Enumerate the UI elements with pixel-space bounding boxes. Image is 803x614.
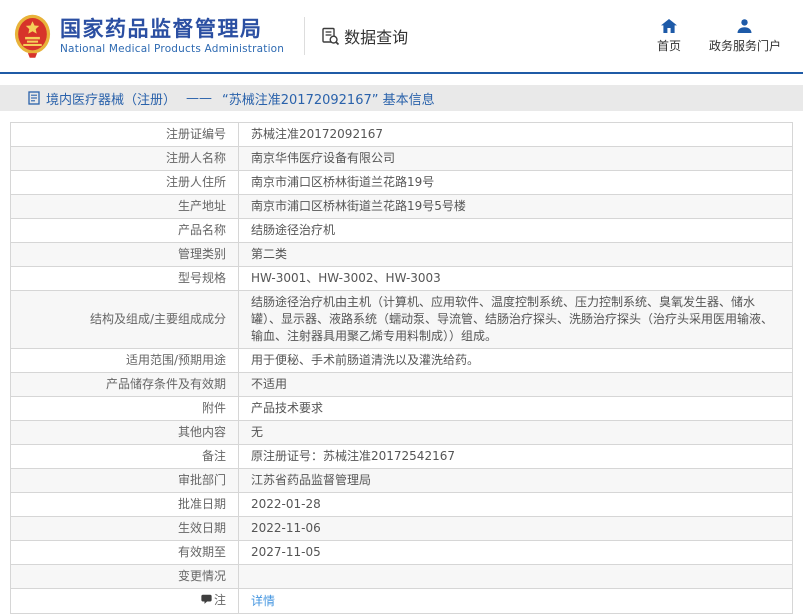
field-label: 变更情况 <box>10 564 239 589</box>
field-value-text: 2022-01-28 <box>251 497 321 511</box>
breadcrumb-section[interactable]: 境内医疗器械（注册） <box>46 89 176 108</box>
field-value: 2022-11-06 <box>238 516 793 541</box>
table-row: 批准日期 2022-01-28 <box>10 492 793 517</box>
info-table: 注册证编号 苏械注准20172092167 注册人名称 南京华伟医疗设备有限公司 注册人… <box>10 122 793 614</box>
table-row: 注册人住所 南京市浦口区桥林街道兰花路19号 <box>10 170 793 195</box>
site-titles: 国家药品监督管理局 National Medical Products Admi… <box>60 17 284 55</box>
field-value-text: 江苏省药品监督管理局 <box>251 473 372 487</box>
national-emblem-icon <box>14 13 51 59</box>
field-value: 原注册证号：苏械注准20172542167 <box>238 444 793 469</box>
field-label: 注 <box>10 588 239 614</box>
user-icon <box>737 18 752 33</box>
table-row: 备注 原注册证号：苏械注准20172542167 <box>10 444 793 469</box>
field-value: 产品技术要求 <box>238 396 793 421</box>
table-row: 变更情况 <box>10 564 793 589</box>
field-value: 结肠途径治疗机 <box>238 218 793 243</box>
header-nav: 首页 政务服务门户 <box>656 18 781 54</box>
field-label: 附件 <box>10 396 239 421</box>
nav-home-label: 首页 <box>656 38 681 53</box>
note-icon <box>201 593 212 610</box>
field-label: 注册证编号 <box>10 122 239 147</box>
field-value: 南京市浦口区桥林街道兰花路19号 <box>238 170 793 195</box>
field-label: 适用范围/预期用途 <box>10 348 239 373</box>
home-icon <box>660 18 677 33</box>
data-query-icon <box>321 27 340 46</box>
field-label: 备注 <box>10 444 239 469</box>
field-value-text: 用于便秘、手术前肠道清洗以及灌洗给药。 <box>251 353 480 367</box>
field-label: 生效日期 <box>10 516 239 541</box>
field-value-text: 原注册证号：苏械注准20172542167 <box>251 449 455 463</box>
field-value-text: 无 <box>251 425 264 439</box>
field-label: 有效期至 <box>10 540 239 565</box>
field-value: 详情 <box>238 588 793 614</box>
field-value: 结肠途径治疗机由主机（计算机、应用软件、温度控制系统、压力控制系统、臭氧发生器、… <box>238 290 793 349</box>
field-label: 产品储存条件及有效期 <box>10 372 239 397</box>
table-row: 其他内容无 <box>10 420 793 445</box>
details-link[interactable]: 详情 <box>251 594 275 608</box>
field-value: 南京市浦口区桥林街道兰花路19号5号楼 <box>238 194 793 219</box>
breadcrumb-separator: —— <box>186 90 213 106</box>
field-value-text: 2022-11-06 <box>251 521 321 535</box>
nav-portal[interactable]: 政务服务门户 <box>708 18 781 54</box>
site-subtitle: National Medical Products Administration <box>60 43 285 56</box>
table-row: 注册人名称 南京华伟医疗设备有限公司 <box>10 146 793 171</box>
field-value: 用于便秘、手术前肠道清洗以及灌洗给药。 <box>238 348 793 373</box>
field-label: 注册人名称 <box>10 146 239 171</box>
field-label: 型号规格 <box>10 266 239 291</box>
data-query-label: 数据查询 <box>344 28 409 47</box>
field-label: 注册人住所 <box>10 170 239 195</box>
breadcrumb: 境内医疗器械（注册） —— “苏械注准20172092167” 基本信息 <box>0 85 803 111</box>
table-row: 生产地址 南京市浦口区桥林街道兰花路19号5号楼 <box>10 194 793 219</box>
table-row: 注详情 <box>10 588 793 614</box>
table-row: 适用范围/预期用途 用于便秘、手术前肠道清洗以及灌洗给药。 <box>10 348 793 373</box>
nav-home[interactable]: 首页 <box>656 18 681 54</box>
field-value: 2027-11-05 <box>238 540 793 565</box>
field-value-text: 苏械注准20172092167 <box>251 127 383 141</box>
table-row: 结构及组成/主要组成成分 结肠途径治疗机由主机（计算机、应用软件、温度控制系统、压… <box>10 290 793 349</box>
site-logo[interactable]: 国家药品监督管理局 National Medical Products Admi… <box>14 13 284 59</box>
field-value: HW-3001、HW-3002、HW-3003 <box>238 266 793 291</box>
table-row: 生效日期 2022-11-06 <box>10 516 793 541</box>
field-value-text: 不适用 <box>251 377 288 391</box>
field-value: 无 <box>238 420 793 445</box>
field-label: 生产地址 <box>10 194 239 219</box>
field-value-text: 产品技术要求 <box>251 401 324 415</box>
field-value-text: 南京华伟医疗设备有限公司 <box>251 151 396 165</box>
data-query-tab[interactable]: 数据查询 <box>321 24 408 48</box>
field-label: 结构及组成/主要组成成分 <box>10 290 239 349</box>
document-icon <box>28 91 40 105</box>
field-value-text: 南京市浦口区桥林街道兰花路19号5号楼 <box>251 199 466 213</box>
field-value: 不适用 <box>238 372 793 397</box>
site-title: 国家药品监督管理局 <box>60 16 263 41</box>
field-value: 2022-01-28 <box>238 492 793 517</box>
breadcrumb-current: “苏械注准20172092167” 基本信息 <box>222 92 435 108</box>
field-label: 产品名称 <box>10 218 239 243</box>
field-label: 其他内容 <box>10 420 239 445</box>
field-value: 苏械注准20172092167 <box>238 122 793 147</box>
field-value: 第二类 <box>238 242 793 267</box>
field-value-text: 南京市浦口区桥林街道兰花路19号 <box>251 175 435 189</box>
field-value-text: HW-3001、HW-3002、HW-3003 <box>251 271 441 285</box>
table-row: 注册证编号 苏械注准20172092167 <box>10 122 793 147</box>
field-value-text: 结肠途径治疗机 <box>251 223 336 237</box>
field-label: 批准日期 <box>10 492 239 517</box>
table-row: 型号规格 HW-3001、HW-3002、HW-3003 <box>10 266 793 291</box>
field-label: 管理类别 <box>10 242 239 267</box>
field-value: 南京华伟医疗设备有限公司 <box>238 146 793 171</box>
site-header: 国家药品监督管理局 National Medical Products Admi… <box>0 0 803 74</box>
field-value-text: 2027-11-05 <box>251 545 321 559</box>
table-row: 产品储存条件及有效期 不适用 <box>10 372 793 397</box>
field-label: 审批部门 <box>10 468 239 493</box>
table-row: 产品名称 结肠途径治疗机 <box>10 218 793 243</box>
table-row: 审批部门 江苏省药品监督管理局 <box>10 468 793 493</box>
field-value-text: 第二类 <box>251 247 288 261</box>
field-value: 江苏省药品监督管理局 <box>238 468 793 493</box>
field-value-text: 结肠途径治疗机由主机（计算机、应用软件、温度控制系统、压力控制系统、臭氧发生器、… <box>251 295 774 343</box>
field-value <box>238 564 793 589</box>
header-divider <box>304 17 306 55</box>
table-row: 有效期至 2027-11-05 <box>10 540 793 565</box>
table-row: 管理类别 第二类 <box>10 242 793 267</box>
nav-portal-label: 政务服务门户 <box>708 38 781 53</box>
table-row: 附件 产品技术要求 <box>10 396 793 421</box>
